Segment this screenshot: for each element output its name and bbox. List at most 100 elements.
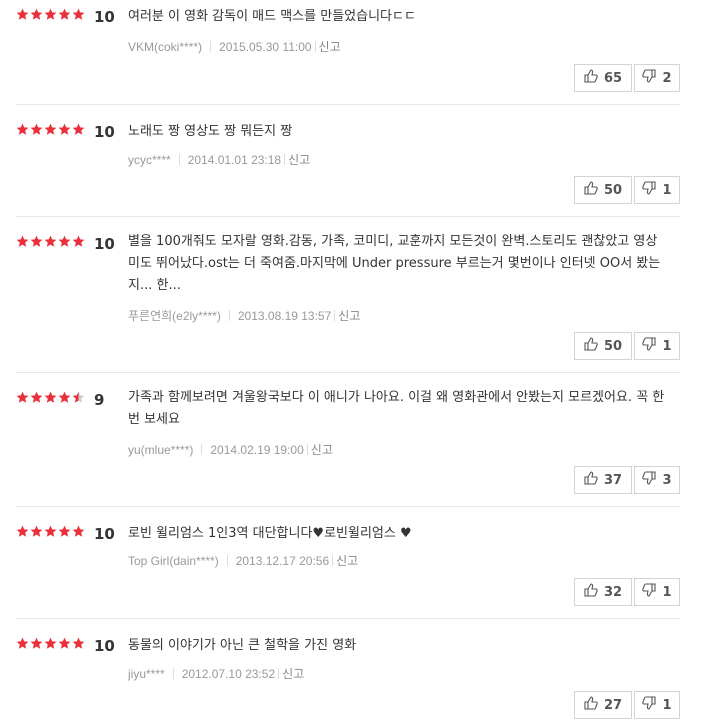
report-link[interactable]: 신고 [336,552,358,569]
star-icon [30,8,43,20]
like-button[interactable]: 27 [574,691,632,719]
review-score: 9 [94,391,105,409]
dislike-button[interactable]: 3 [634,466,680,494]
review-meta: jiyu**** 2012.07.10 23:52 신고 [128,665,304,682]
star-icon [30,637,43,649]
review-score: 10 [94,525,115,543]
review-score: 10 [94,637,115,655]
review-meta: 푸른연희(e2ly****) 2013.08.19 13:57 신고 [128,307,360,324]
review-text: 노래도 짱 영상도 짱 뭐든지 짱 [128,124,293,139]
thumbs-down-icon [642,696,662,714]
review-text: 별을 100개줘도 모자랄 영화.감동, 가족, 코미디, 교훈까지 모든것이 … [128,234,661,293]
divider [314,41,316,52]
thumbs-down-icon [642,583,662,601]
review-date: 2013.12.17 20:56 [235,553,330,568]
review-user[interactable]: 푸른연희(e2ly****) [128,307,221,324]
star-icon [16,637,29,649]
review-item: 9 가족과 함께보려면 겨울왕국보다 이 애니가 나아요. 이걸 왜 영화관에서… [16,373,680,507]
report-link[interactable]: 신고 [311,441,333,458]
review-date: 2015.05.30 11:00 [219,39,312,54]
dislike-button[interactable]: 2 [634,64,680,92]
review-date: 2012.07.10 23:52 [181,666,276,681]
review-user[interactable]: VKM(coki****) [128,40,202,54]
star-icon [58,8,71,20]
dislike-count: 1 [662,182,672,198]
star-icon [58,235,71,247]
review-score: 10 [94,235,115,253]
star-icon [16,8,29,20]
vote-buttons: 50 1 [574,176,680,204]
review-text: 여러분 이 영화 감독이 매드 맥스를 만들었습니다ㄷㄷ [128,9,416,24]
star-icon [44,235,57,247]
thumbs-down-icon [642,69,662,87]
review-date: 2013.08.19 13:57 [237,308,332,323]
star-rating [16,525,86,538]
review-user[interactable]: jiyu**** [128,667,165,681]
divider [228,310,230,321]
star-icon [30,123,43,135]
report-link[interactable]: 신고 [319,38,341,55]
like-count: 50 [603,338,623,354]
divider [278,668,280,679]
star-icon [16,391,29,403]
star-icon [16,525,29,537]
vote-buttons: 27 1 [574,691,680,719]
review-text: 로빈 윌리엄스 1인3역 대단합니다♥로빈윌리엄스 ♥ [128,526,412,541]
review-user[interactable]: yu(mlue****) [128,443,193,457]
report-link[interactable]: 신고 [338,307,360,324]
thumbs-down-icon [642,181,662,199]
dislike-count: 1 [662,697,672,713]
divider [201,444,203,455]
star-icon [58,637,71,649]
star-icon [72,391,85,403]
vote-buttons: 37 3 [574,466,680,494]
dislike-button[interactable]: 1 [634,176,680,204]
review-meta: VKM(coki****) 2015.05.30 11:00 신고 [128,38,341,55]
like-count: 65 [603,70,623,86]
review-user[interactable]: ycyc**** [128,153,171,167]
vote-buttons: 50 1 [574,332,680,360]
review-item: 10 동물의 이야기가 아닌 큰 철학을 가진 영화 jiyu**** 2012… [16,619,680,723]
star-icon [72,525,85,537]
vote-buttons: 32 1 [574,578,680,606]
review-score: 10 [94,123,115,141]
dislike-count: 3 [662,472,672,488]
divider [284,154,286,165]
report-link[interactable]: 신고 [288,151,310,168]
vote-buttons: 65 2 [574,64,680,92]
divider [334,310,336,321]
star-icon [58,525,71,537]
star-icon [72,235,85,247]
like-button[interactable]: 65 [574,64,632,92]
divider [332,555,334,566]
dislike-button[interactable]: 1 [634,691,680,719]
review-item: 10 별을 100개줘도 모자랄 영화.감동, 가족, 코미디, 교훈까지 모든… [16,217,680,373]
thumbs-down-icon [642,471,662,489]
like-button[interactable]: 32 [574,578,632,606]
like-count: 50 [603,182,623,198]
like-button[interactable]: 50 [574,176,632,204]
star-icon [72,8,85,20]
review-meta: yu(mlue****) 2014.02.19 19:00 신고 [128,441,333,458]
dislike-button[interactable]: 1 [634,578,680,606]
star-rating [16,235,86,248]
like-button[interactable]: 50 [574,332,632,360]
dislike-button[interactable]: 1 [634,332,680,360]
dislike-count: 1 [662,584,672,600]
divider [178,154,180,165]
like-button[interactable]: 37 [574,466,632,494]
star-icon [16,123,29,135]
star-icon [72,123,85,135]
star-icon [58,123,71,135]
star-rating [16,637,86,650]
divider [172,668,174,679]
star-rating [16,391,86,404]
review-user[interactable]: Top Girl(dain****) [128,554,219,568]
review-date: 2014.01.01 23:18 [187,152,282,167]
star-icon [44,8,57,20]
star-icon [44,525,57,537]
divider [226,555,228,566]
report-link[interactable]: 신고 [282,665,304,682]
star-icon [30,525,43,537]
review-item: 10 노래도 짱 영상도 짱 뭐든지 짱 ycyc**** 2014.01.01… [16,105,680,217]
